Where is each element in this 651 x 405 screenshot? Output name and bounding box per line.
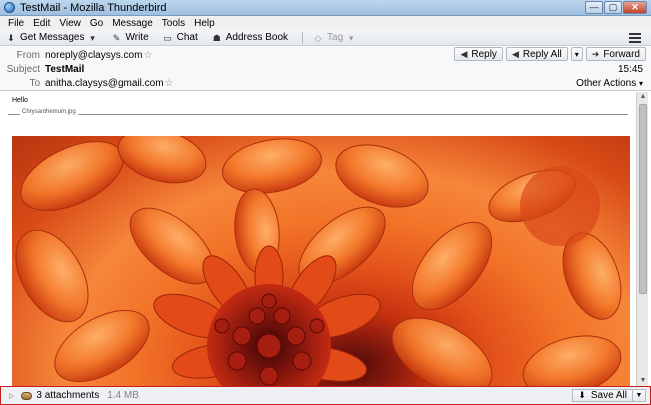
message-scrollbar[interactable]: ▲ ▼ xyxy=(636,92,648,386)
save-all-control: ⬇ Save All ▼ xyxy=(572,389,646,402)
to-value[interactable]: anitha.claysys@gmail.com xyxy=(45,78,164,89)
reply-all-button[interactable]: ◀ Reply All xyxy=(505,47,568,61)
other-actions-label: Other Actions xyxy=(576,78,637,89)
chat-bubble-icon: ▭ xyxy=(163,32,172,43)
main-toolbar: ⬇ Get Messages ▾ ✎ Write ▭ Chat ☗ Addres… xyxy=(0,30,651,46)
attachment-count[interactable]: 3 attachments xyxy=(36,390,99,401)
menu-go[interactable]: Go xyxy=(90,18,103,29)
minimize-button[interactable]: — xyxy=(585,1,603,14)
app-menu-icon[interactable] xyxy=(629,33,641,43)
chat-label: Chat xyxy=(176,32,198,43)
header-action-buttons: ◀ Reply ◀ Reply All ▾ ➜ Forward xyxy=(454,47,646,61)
menu-help[interactable]: Help xyxy=(194,18,215,29)
message-time: 15:45 xyxy=(617,64,643,75)
address-book-label: Address Book xyxy=(225,32,289,43)
message-body[interactable]: Hello Chrysanthemum.jpg xyxy=(0,92,636,386)
pencil-icon: ✎ xyxy=(112,32,121,43)
get-messages-label: Get Messages xyxy=(20,32,85,43)
scroll-down-icon[interactable]: ▼ xyxy=(638,376,648,386)
close-button[interactable]: ✕ xyxy=(623,1,647,14)
chat-button[interactable]: ▭ Chat xyxy=(163,32,198,43)
write-label: Write xyxy=(125,32,149,43)
forward-button[interactable]: ➜ Forward xyxy=(585,47,646,61)
reply-arrow-icon: ◀ xyxy=(460,48,468,59)
write-button[interactable]: ✎ Write xyxy=(111,32,149,43)
message-header: From noreply@claysys.com ☆ Subject TestM… xyxy=(0,47,651,91)
star-icon[interactable]: ☆ xyxy=(143,50,152,61)
other-actions-menu[interactable]: Other Actions ▾ xyxy=(576,78,643,89)
subject-label: Subject xyxy=(6,64,40,75)
chevron-down-icon[interactable]: ▾ xyxy=(87,33,97,43)
greeting-text: Hello xyxy=(12,97,28,104)
menu-view[interactable]: View xyxy=(59,18,81,29)
save-all-dropdown-button[interactable]: ▼ xyxy=(633,389,646,402)
maximize-button[interactable]: ▢ xyxy=(604,1,622,14)
tag-label: Tag xyxy=(327,32,344,43)
star-icon[interactable]: ☆ xyxy=(165,78,174,89)
address-book-button[interactable]: ☗ Address Book xyxy=(212,32,288,43)
expand-twisty-icon[interactable]: ▷ xyxy=(9,392,14,400)
reply-button[interactable]: ◀ Reply xyxy=(454,47,503,61)
thunderbird-logo-icon xyxy=(4,2,15,13)
from-value[interactable]: noreply@claysys.com xyxy=(45,50,142,61)
menu-bar: File Edit View Go Message Tools Help xyxy=(0,16,651,30)
chevron-down-icon: ▼ xyxy=(635,392,643,399)
scroll-up-icon[interactable]: ▲ xyxy=(638,92,648,102)
chevron-down-icon: ▾ xyxy=(638,79,643,88)
get-messages-button[interactable]: ⬇ Get Messages ▾ xyxy=(6,32,97,43)
paperclip-icon xyxy=(21,391,33,400)
menu-message[interactable]: Message xyxy=(112,18,153,29)
to-label: To xyxy=(29,78,40,89)
save-all-label: Save All xyxy=(590,390,627,401)
attachment-divider xyxy=(8,114,628,115)
from-row: From noreply@claysys.com ☆ xyxy=(0,49,153,62)
forward-arrow-icon: ➜ xyxy=(591,48,600,59)
chevron-down-icon: ▾ xyxy=(574,49,579,59)
scrollbar-thumb[interactable] xyxy=(639,104,647,294)
download-icon: ⬇ xyxy=(578,390,586,400)
chrysanthemum-image[interactable] xyxy=(12,136,630,386)
forward-label: Forward xyxy=(603,48,640,60)
reply-label: Reply xyxy=(471,48,497,60)
toolbar-separator xyxy=(302,31,304,44)
menu-file[interactable]: File xyxy=(8,18,24,29)
subject-value: TestMail xyxy=(45,64,85,75)
attachment-bar: ▷ 3 attachments 1.4 MB ⬇ Save All ▼ xyxy=(0,386,651,405)
window-title: TestMail - Mozilla Thunderbird xyxy=(20,1,167,14)
chevron-down-icon: ▾ xyxy=(348,32,354,43)
menu-tools[interactable]: Tools xyxy=(162,18,185,29)
save-all-button[interactable]: ⬇ Save All xyxy=(572,389,633,402)
menu-edit[interactable]: Edit xyxy=(33,18,50,29)
subject-row: Subject TestMail xyxy=(0,63,85,76)
to-row: To anitha.claysys@gmail.com ☆ xyxy=(0,77,174,90)
tag-button[interactable]: ◇ Tag ▾ xyxy=(313,32,356,43)
window-controls: — ▢ ✕ xyxy=(585,1,647,14)
reply-all-label: Reply All xyxy=(522,48,562,60)
address-book-icon: ☗ xyxy=(212,32,221,43)
reply-all-dropdown-button[interactable]: ▾ xyxy=(570,47,583,61)
inline-attachment-name[interactable]: Chrysanthemum.jpg xyxy=(20,109,78,115)
download-icon: ⬇ xyxy=(7,32,15,43)
from-label: From xyxy=(16,50,40,61)
attachment-size: 1.4 MB xyxy=(107,390,139,401)
flower-petals xyxy=(15,136,622,386)
reply-all-arrow-icon: ◀ xyxy=(511,48,519,59)
title-bar: TestMail - Mozilla Thunderbird — ▢ ✕ xyxy=(0,0,651,16)
tag-icon: ◇ xyxy=(314,32,322,43)
